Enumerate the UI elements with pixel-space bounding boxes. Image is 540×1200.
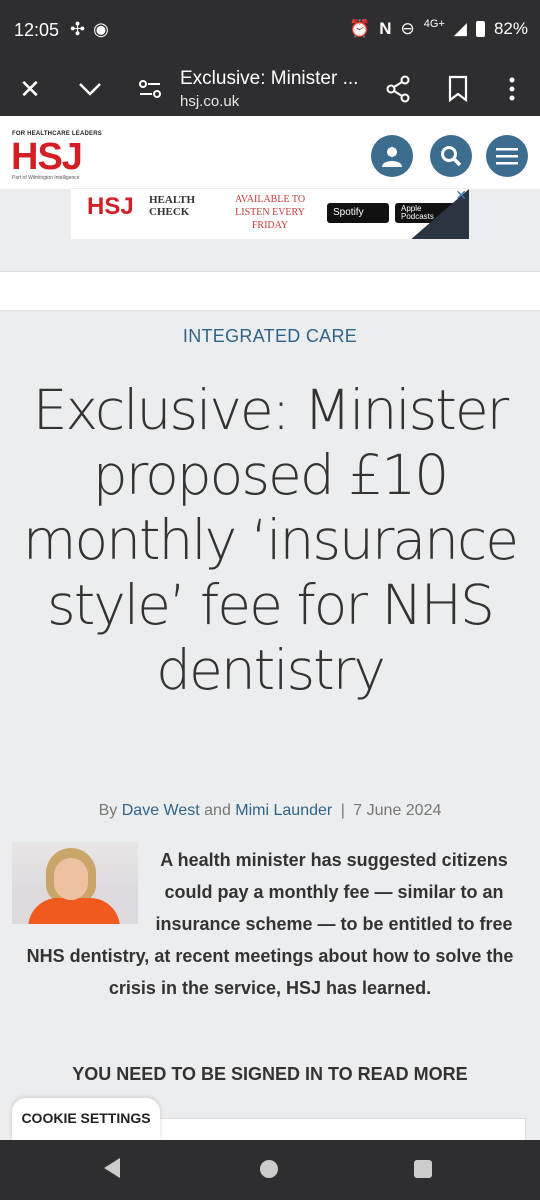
byline-separator: |: [340, 802, 345, 819]
signal-icon: ◢: [453, 19, 467, 38]
ad-tagline: AVAILABLE TO LISTEN EVERY FRIDAY: [234, 194, 306, 231]
chrome-icon: ◉: [93, 19, 117, 39]
byline-and: and: [204, 802, 231, 819]
ad-close-icon[interactable]: ✕: [455, 189, 467, 204]
hsj-logo[interactable]: HSJ: [11, 136, 83, 179]
article-date: 7 June 2024: [353, 802, 442, 819]
dnd-icon: ⊖: [400, 19, 415, 38]
browser-toolbar: ✕ Exclusive: Minister ... hsj.co.uk: [0, 62, 540, 116]
ad-banner[interactable]: HSJ HEALTH CHECK AVAILABLE TO LISTEN EVE…: [70, 188, 470, 240]
search-button[interactable]: [430, 135, 472, 177]
nfc-icon: N: [379, 19, 392, 38]
site-header: FOR HEALTHCARE LEADERS HSJ Part of Wilmi…: [0, 116, 540, 189]
ad-title-line2: CHECK: [149, 206, 190, 218]
recents-icon[interactable]: [414, 1160, 432, 1178]
empty-band: [0, 271, 540, 311]
battery-level: 82%: [493, 19, 528, 38]
home-icon[interactable]: [260, 1160, 278, 1178]
search-icon: [441, 146, 462, 167]
status-left-icons: ✣◉: [70, 19, 117, 40]
page-title[interactable]: Exclusive: Minister ...: [180, 68, 370, 90]
ad-title: HEALTH CHECK: [149, 194, 195, 218]
account-button[interactable]: [371, 135, 413, 177]
menu-button[interactable]: [486, 135, 528, 177]
share-icon[interactable]: [382, 74, 414, 104]
back-icon[interactable]: [104, 1158, 120, 1178]
cookie-settings-button[interactable]: COOKIE SETTINGS: [12, 1098, 160, 1140]
article-headline: Exclusive: Minister proposed £10 monthly…: [22, 378, 519, 702]
ad-logo: HSJ: [87, 193, 134, 220]
page-info-icon[interactable]: [134, 74, 166, 104]
battery-icon: [475, 21, 485, 37]
bookmark-icon[interactable]: [442, 74, 474, 104]
close-icon[interactable]: ✕: [14, 74, 46, 104]
signin-prompt: YOU NEED TO BE SIGNED IN TO READ MORE: [72, 1064, 468, 1084]
spotify-badge[interactable]: Spotify: [327, 203, 389, 223]
status-bar: 12:05 ✣◉ ⏰ N ⊖ 4G+ ◢ 82%: [0, 0, 540, 62]
article-category[interactable]: INTEGRATED CARE: [0, 326, 540, 347]
pinwheel-icon: ✣: [70, 19, 94, 39]
author-link-1[interactable]: Dave West: [122, 802, 200, 819]
byline: By Dave West and Mimi Launder | 7 June 2…: [0, 802, 540, 820]
menu-icon: [496, 148, 518, 165]
chevron-down-icon[interactable]: [74, 74, 106, 104]
user-icon: [382, 147, 402, 167]
author-link-2[interactable]: Mimi Launder: [235, 802, 332, 819]
more-icon[interactable]: [496, 74, 528, 104]
byline-by: By: [98, 802, 118, 819]
network-type: 4G+: [423, 18, 445, 30]
system-nav-bar: [0, 1140, 540, 1200]
ad-title-line1: HEALTH: [149, 194, 196, 206]
status-time: 12:05: [14, 20, 60, 40]
logo-subtitle: Part of Wilmington Intelligence: [12, 175, 80, 181]
status-right-icons: ⏰ N ⊖ 4G+ ◢ 82%: [349, 18, 528, 39]
alarm-icon: ⏰: [349, 19, 371, 38]
page-url[interactable]: hsj.co.uk: [180, 93, 239, 110]
article-lede-block: A health minister has suggested citizens…: [20, 844, 520, 1004]
